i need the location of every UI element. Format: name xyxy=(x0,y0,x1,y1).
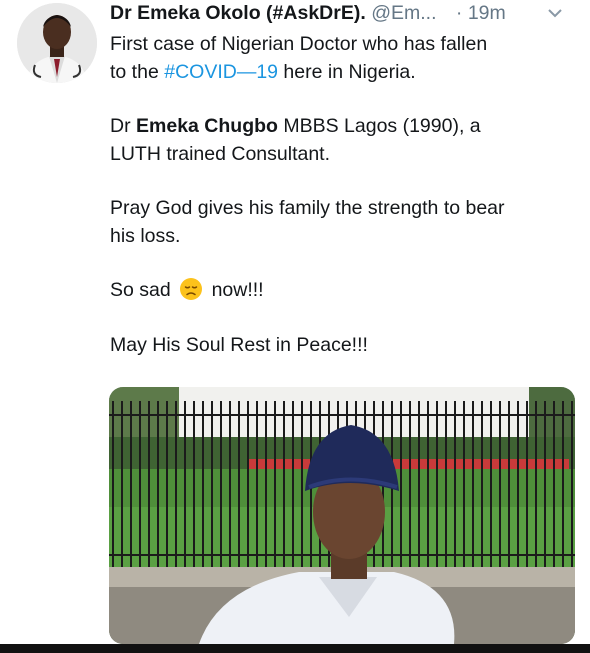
avatar-image xyxy=(17,3,97,83)
tweet-photo[interactable] xyxy=(109,387,575,644)
tweet-line: here in Nigeria. xyxy=(278,60,416,83)
author-avatar[interactable] xyxy=(17,3,97,83)
tweet-line: MBBS Lagos (1990), a xyxy=(277,115,481,137)
hashtag-link[interactable]: #COVID—19 xyxy=(164,61,278,83)
author-handle[interactable]: @Em... xyxy=(371,2,436,24)
tweet-line: Dr xyxy=(110,115,136,137)
tweet-line: Pray God gives his family the strength t… xyxy=(110,197,505,219)
chevron-down-icon[interactable] xyxy=(544,2,566,24)
tweet-paragraph-4: So sad now!!! xyxy=(110,277,580,305)
tweet-line: LUTH trained Consultant. xyxy=(110,142,331,165)
tweet-line: May His Soul Rest in Peace!!! xyxy=(110,333,368,356)
author-name[interactable]: Dr Emeka Okolo (#AskDrE). xyxy=(110,2,366,24)
tweet-paragraph-3: Pray God gives his family the strength t… xyxy=(110,195,580,250)
tweet-line: So sad xyxy=(110,279,171,301)
tweet-header: Dr Emeka Okolo (#AskDrE). @Em... · 19m xyxy=(110,0,580,28)
tweet-paragraph-5: May His Soul Rest in Peace!!! xyxy=(110,332,580,360)
tweet-line: his loss. xyxy=(110,224,181,247)
bottom-bar xyxy=(0,644,590,653)
bold-name: Emeka Chugbo xyxy=(136,115,278,137)
tweet-paragraph-1: First case of Nigerian Doctor who has fa… xyxy=(110,31,580,86)
tweet-line: First case of Nigerian Doctor who has fa… xyxy=(110,33,488,55)
tweet-line: now!!! xyxy=(211,279,264,301)
tweet-text: First case of Nigerian Doctor who has fa… xyxy=(110,31,580,386)
photo-image xyxy=(109,387,575,644)
tweet-line: to the xyxy=(110,60,165,83)
disappointed-face-emoji-icon xyxy=(180,278,203,300)
tweet-timestamp[interactable]: · 19m xyxy=(456,2,506,24)
tweet-paragraph-2: Dr Emeka Chugbo MBBS Lagos (1990), a LUT… xyxy=(110,113,580,168)
